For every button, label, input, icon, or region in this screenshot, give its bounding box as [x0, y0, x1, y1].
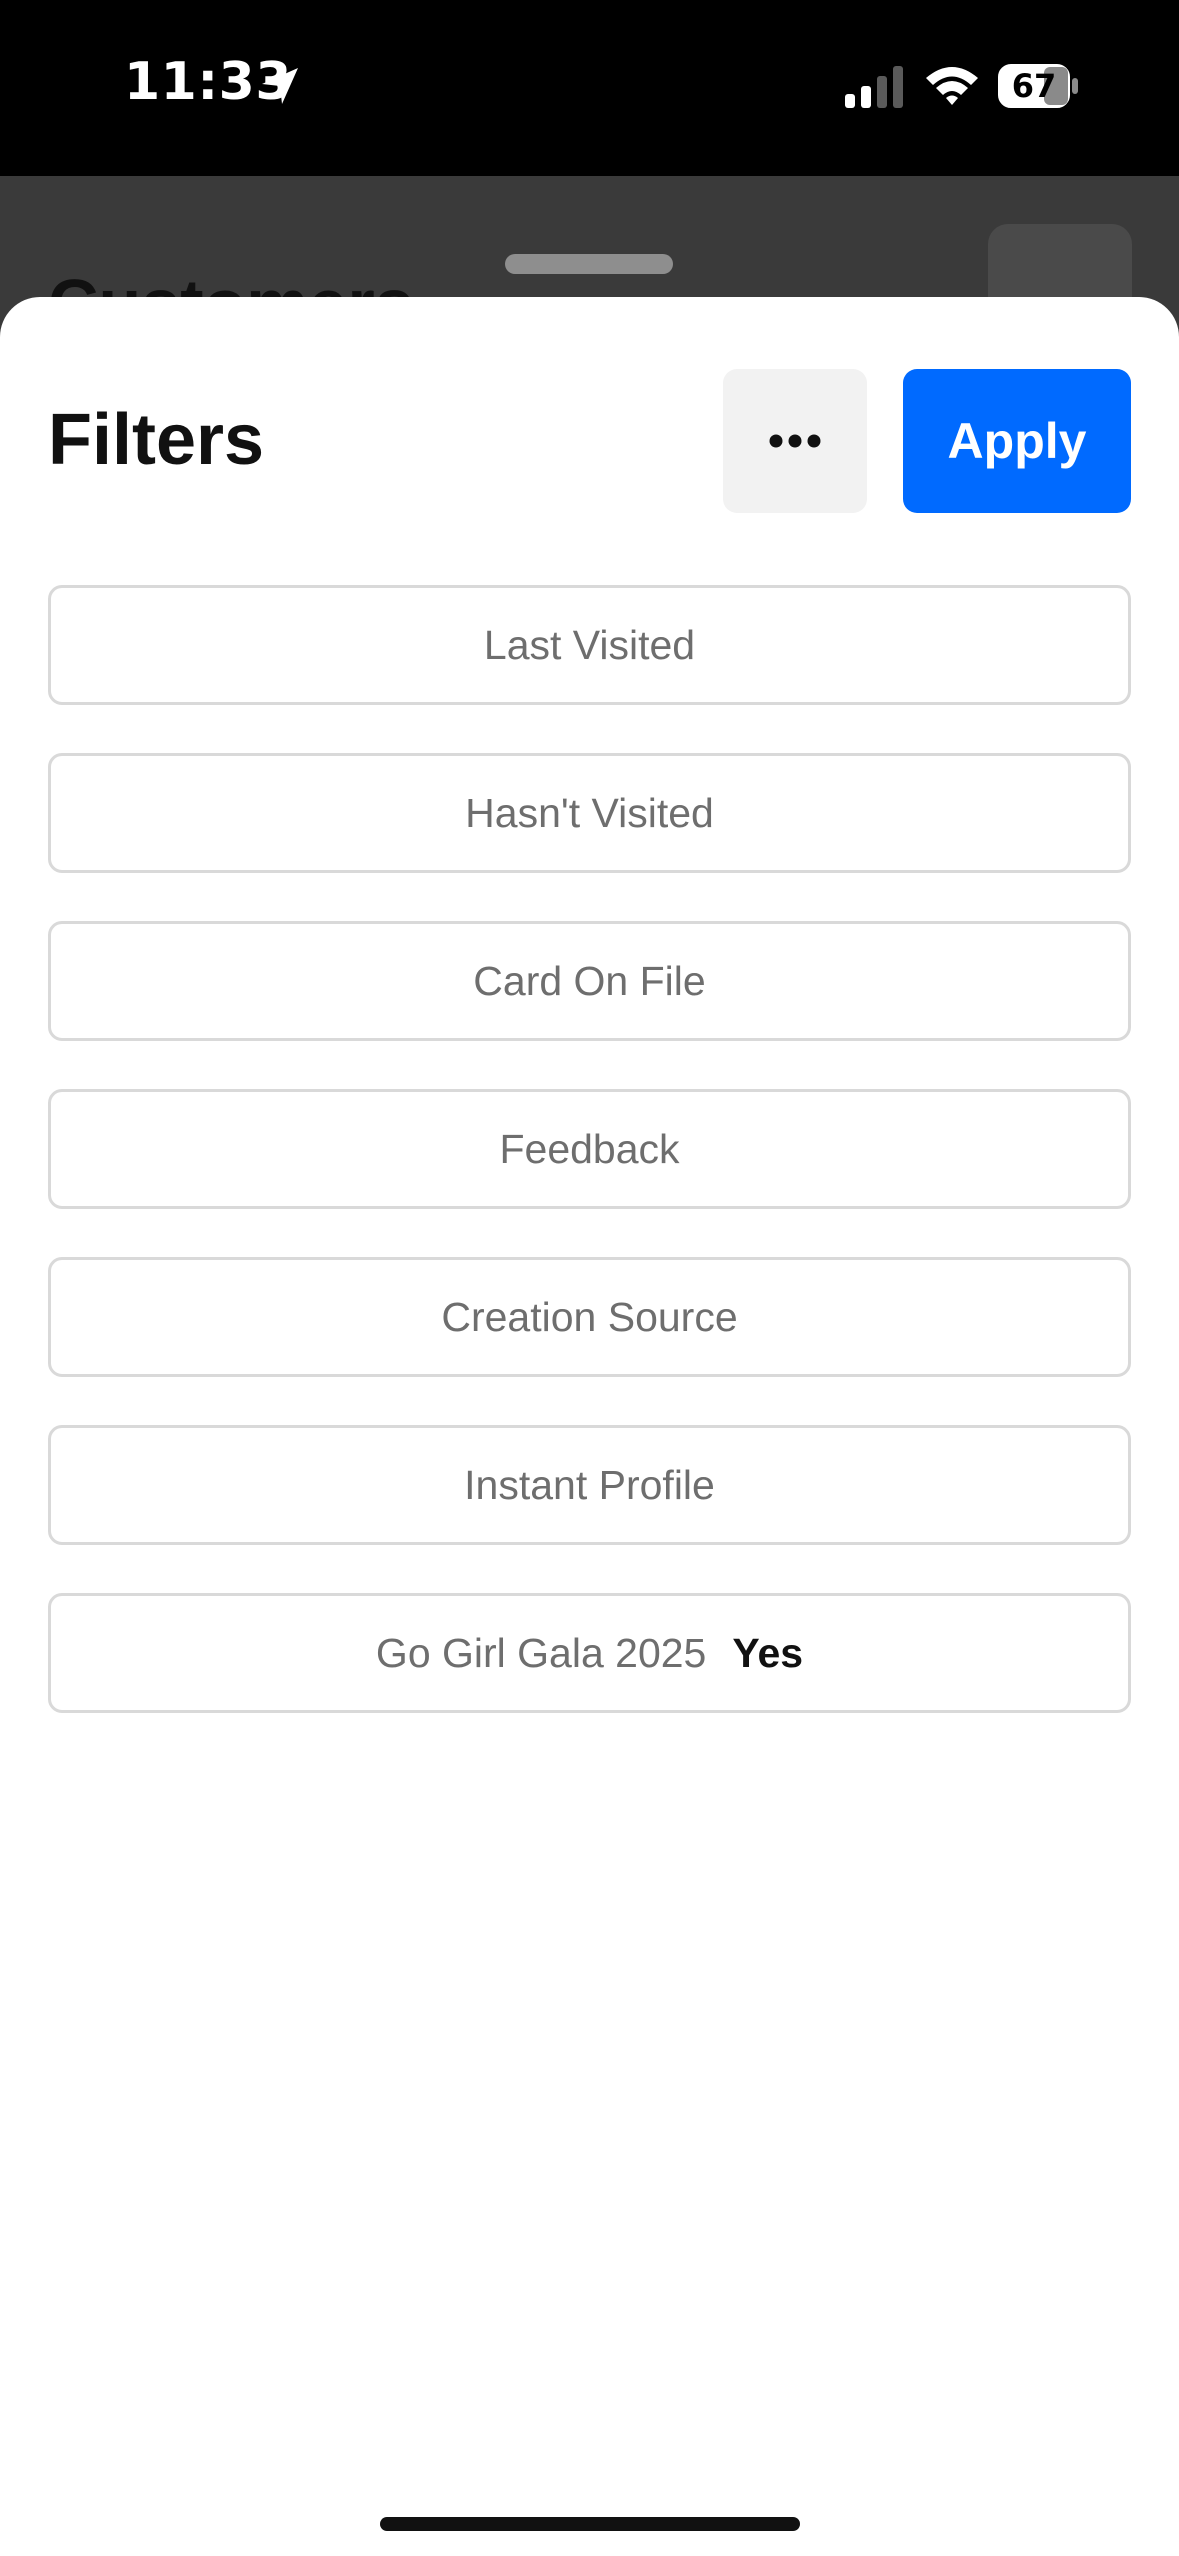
filter-creation-source[interactable]: Creation Source [48, 1257, 1131, 1377]
filter-instant-profile[interactable]: Instant Profile [48, 1425, 1131, 1545]
cellular-signal-icon [845, 66, 903, 108]
status-bar: 11:33 67 [0, 0, 1179, 176]
sheet-grabber[interactable] [505, 254, 673, 274]
filter-label: Instant Profile [464, 1461, 715, 1508]
home-indicator[interactable] [380, 2517, 800, 2531]
wifi-icon [926, 67, 978, 105]
filter-hasnt-visited[interactable]: Hasn't Visited [48, 753, 1131, 873]
filter-label: Creation Source [441, 1293, 738, 1340]
filter-go-girl-gala-2025[interactable]: Go Girl Gala 2025 Yes [48, 1593, 1131, 1713]
battery-level: 67 [1011, 67, 1057, 105]
more-horizontal-icon [769, 434, 821, 448]
filter-label: Card On File [473, 957, 706, 1004]
apply-button[interactable]: Apply [903, 369, 1131, 513]
filter-label: Feedback [499, 1125, 680, 1172]
filter-list: Last Visited Hasn't Visited Card On File… [48, 585, 1131, 1761]
location-arrow-icon [262, 68, 298, 104]
filter-card-on-file[interactable]: Card On File [48, 921, 1131, 1041]
filter-label: Go Girl Gala 2025 [375, 1629, 707, 1676]
filter-feedback[interactable]: Feedback [48, 1089, 1131, 1209]
filter-last-visited[interactable]: Last Visited [48, 585, 1131, 705]
sheet-title: Filters [48, 400, 265, 480]
filters-sheet: Filters Apply Last Visited Hasn't Visite… [0, 297, 1179, 2556]
more-options-button[interactable] [723, 369, 867, 513]
filter-label: Last Visited [483, 621, 696, 668]
filter-label: Hasn't Visited [465, 789, 714, 836]
filter-selected-value: Yes [732, 1629, 804, 1676]
